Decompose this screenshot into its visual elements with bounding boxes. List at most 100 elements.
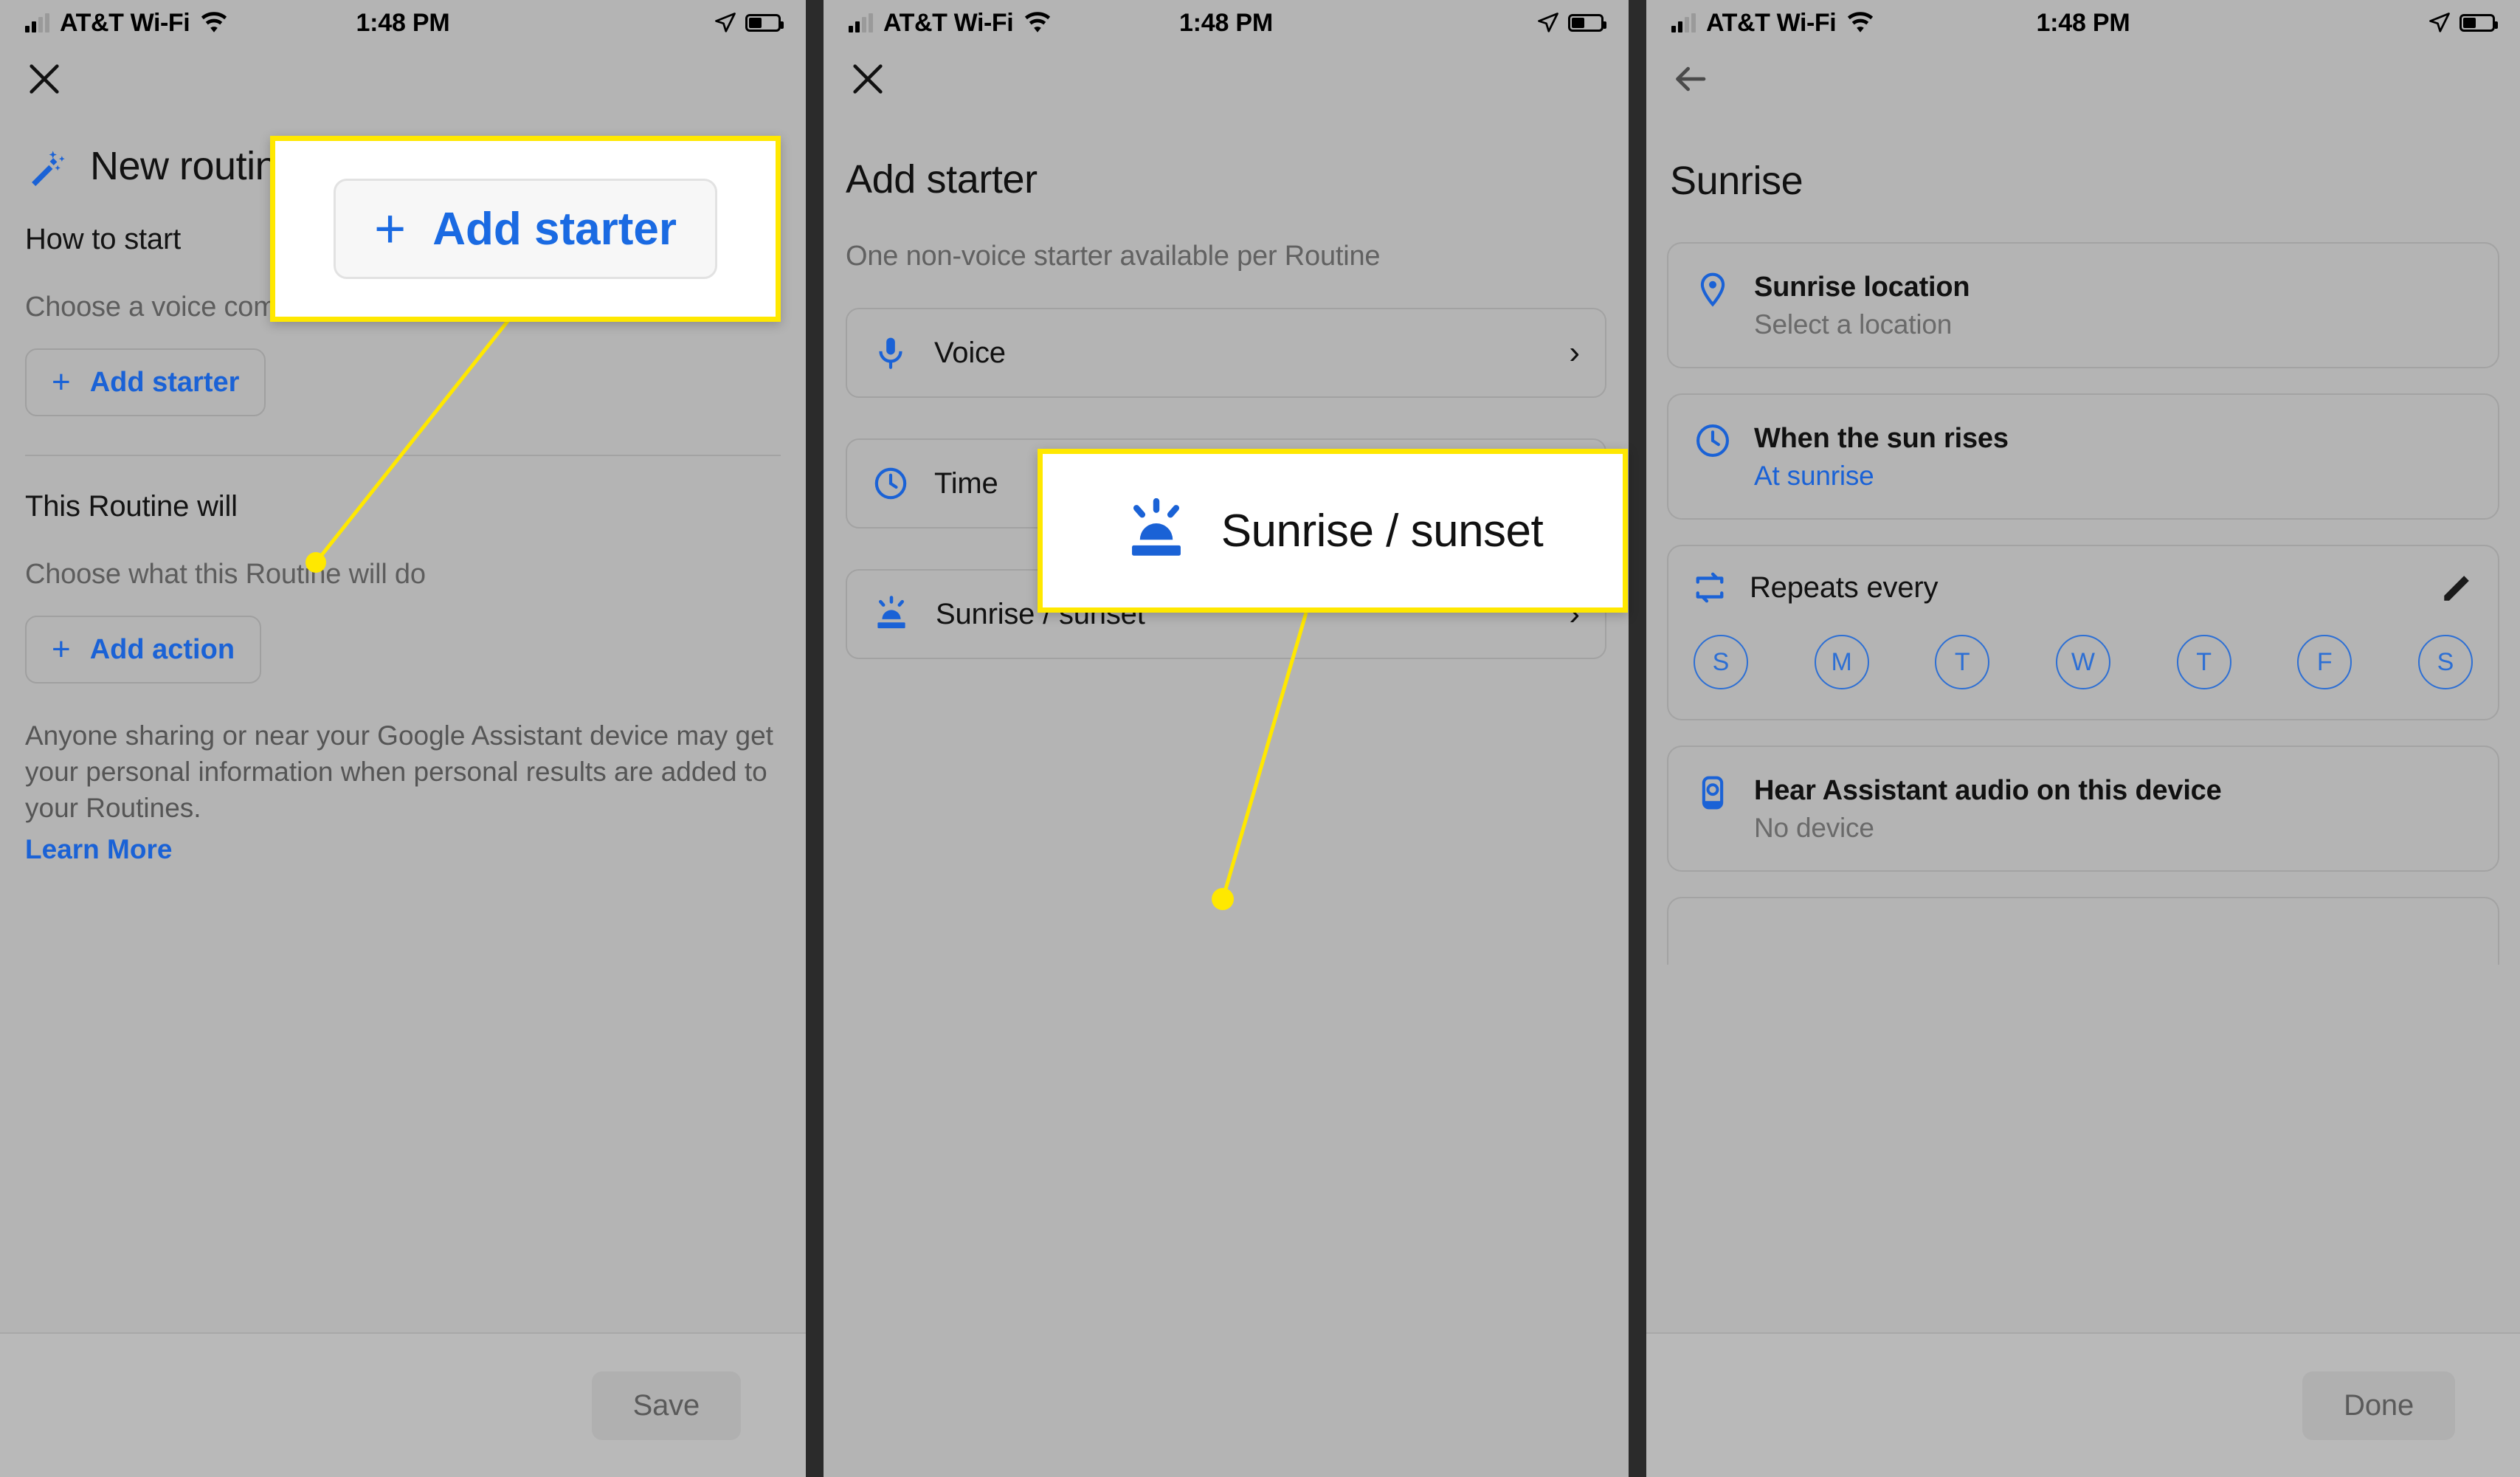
- nav-bar-1: [0, 46, 806, 112]
- bottom-bar-3: Done: [1646, 1332, 2520, 1477]
- battery-icon: [745, 14, 784, 32]
- location-arrow-icon: [1538, 13, 1558, 32]
- day-toggle-thursday[interactable]: T: [2176, 635, 2231, 689]
- callout-add-starter: + Add starter: [270, 136, 781, 322]
- location-arrow-icon: [715, 13, 736, 32]
- carrier-label: AT&T Wi-Fi: [60, 8, 190, 37]
- callout-sunrise-label: Sunrise / sunset: [1221, 505, 1544, 557]
- close-button[interactable]: [844, 55, 891, 103]
- location-pin-icon: [1700, 272, 1725, 307]
- clock-icon: [874, 467, 907, 500]
- plus-icon: +: [52, 364, 71, 400]
- starter-option-label: Voice: [934, 336, 1006, 369]
- magic-wand-icon: [32, 151, 65, 187]
- status-bar-right: [1537, 12, 1606, 34]
- partially-visible-card[interactable]: [1667, 897, 2499, 965]
- card-title: When the sun rises: [1754, 423, 2009, 454]
- card-subtitle: Select a location: [1754, 309, 1953, 340]
- plus-icon: +: [52, 631, 71, 667]
- status-bar-2: AT&T Wi-Fi 1:48 PM: [824, 0, 1629, 46]
- day-toggle-friday[interactable]: F: [2297, 635, 2352, 689]
- add-starter-button[interactable]: + Add starter: [25, 348, 266, 416]
- starter-option-label: Time: [934, 466, 998, 500]
- status-bar-1: AT&T Wi-Fi 1:48 PM: [0, 0, 806, 46]
- bottom-bar-1: Save: [0, 1332, 806, 1477]
- carrier-label: AT&T Wi-Fi: [883, 8, 1014, 37]
- page-title: Add starter: [846, 157, 1038, 202]
- callout-add-starter-label: Add starter: [432, 203, 677, 255]
- back-button[interactable]: [1667, 55, 1714, 103]
- hear-assistant-audio-row[interactable]: Hear Assistant audio on this device No d…: [1667, 746, 2499, 872]
- day-toggle-saturday[interactable]: S: [2417, 635, 2473, 689]
- section-divider: [25, 455, 781, 456]
- battery-icon: [1568, 14, 1606, 32]
- panel3-body: Sunrise Sunrise location Select a locati…: [1646, 158, 2520, 965]
- day-toggle-tuesday[interactable]: T: [1935, 635, 1990, 689]
- page-title: New routine: [90, 144, 299, 188]
- signal-bars-icon: [849, 13, 873, 32]
- status-bar-right: [714, 12, 784, 34]
- routine-will-heading: This Routine will: [25, 490, 238, 523]
- panel-divider: [806, 0, 824, 1477]
- sunrise-icon: [877, 596, 905, 629]
- card-subtitle: No device: [1754, 813, 1874, 843]
- signal-bars-icon: [25, 13, 49, 32]
- wifi-icon: [201, 12, 227, 32]
- repeat-icon: [1696, 572, 1724, 603]
- repeats-header: Repeats every: [1691, 568, 2476, 607]
- status-bar-3: AT&T Wi-Fi 1:48 PM: [1646, 0, 2520, 46]
- starter-option-voice[interactable]: Voice ›: [846, 308, 1606, 398]
- nav-bar-3: [1646, 46, 2520, 112]
- add-starter-label: Add starter: [89, 366, 240, 398]
- clock-icon: [1696, 424, 1729, 457]
- callout-sunrise-sunset: Sunrise / sunset: [1038, 449, 1628, 613]
- callout-sunrise-row[interactable]: Sunrise / sunset: [1088, 497, 1578, 565]
- status-bar-left: AT&T Wi-Fi: [1671, 9, 1874, 38]
- when-sun-rises-row[interactable]: When the sun rises At sunrise: [1667, 393, 2499, 520]
- card-title: Hear Assistant audio on this device: [1754, 775, 2222, 806]
- status-bar-right: [2428, 12, 2498, 34]
- plus-icon: +: [374, 198, 407, 259]
- callout-add-starter-button[interactable]: + Add starter: [334, 179, 717, 279]
- phone-screen-add-starter: AT&T Wi-Fi 1:48 PM Add starter One non-v…: [824, 0, 1629, 1477]
- learn-more-link[interactable]: Learn More: [25, 834, 781, 865]
- sunrise-location-row[interactable]: Sunrise location Select a location: [1667, 242, 2499, 368]
- repeat-days-selector[interactable]: S M T W T F S: [1691, 635, 2476, 689]
- add-action-label: Add action: [89, 633, 235, 665]
- add-action-button[interactable]: + Add action: [25, 616, 262, 684]
- card-title: Sunrise location: [1754, 272, 1970, 303]
- routine-will-subtext: Choose what this Routine will do: [25, 559, 426, 590]
- location-arrow-icon: [2429, 13, 2450, 32]
- panel-divider: [1629, 0, 1646, 1477]
- day-toggle-monday[interactable]: M: [1814, 635, 1869, 689]
- battery-icon: [2459, 14, 2498, 32]
- repeats-label: Repeats every: [1750, 571, 1939, 604]
- phone-screen-sunrise-settings: AT&T Wi-Fi 1:48 PM Sunrise Sunrise locat…: [1646, 0, 2520, 1477]
- status-bar-left: AT&T Wi-Fi: [849, 9, 1052, 38]
- repeats-every-card: Repeats every S M T W T F S: [1667, 545, 2499, 720]
- nav-bar-2: [824, 46, 1629, 112]
- signal-bars-icon: [1671, 13, 1696, 32]
- privacy-disclaimer: Anyone sharing or near your Google Assis…: [25, 720, 773, 824]
- close-icon: [853, 64, 883, 94]
- sunrise-icon: [1131, 498, 1181, 556]
- starter-hint: One non-voice starter available per Rout…: [846, 241, 1381, 272]
- edit-repeats-button[interactable]: [2439, 569, 2476, 606]
- page-title: Sunrise: [1670, 159, 1803, 203]
- carrier-label: AT&T Wi-Fi: [1706, 8, 1837, 37]
- pencil-icon: [2444, 576, 2469, 601]
- microphone-icon: [879, 337, 902, 369]
- done-button[interactable]: Done: [2302, 1371, 2455, 1440]
- close-icon: [30, 64, 59, 94]
- status-bar-left: AT&T Wi-Fi: [25, 9, 228, 38]
- card-subtitle: At sunrise: [1754, 461, 1874, 491]
- day-toggle-sunday[interactable]: S: [1694, 635, 1748, 689]
- back-arrow-icon: [1676, 66, 1706, 92]
- save-button[interactable]: Save: [591, 1371, 741, 1440]
- speaker-device-icon: [1702, 776, 1724, 810]
- chevron-right-icon: ›: [1569, 334, 1580, 371]
- wifi-icon: [1025, 12, 1051, 32]
- day-toggle-wednesday[interactable]: W: [2055, 635, 2110, 689]
- close-button[interactable]: [21, 55, 68, 103]
- wifi-icon: [1848, 12, 1874, 32]
